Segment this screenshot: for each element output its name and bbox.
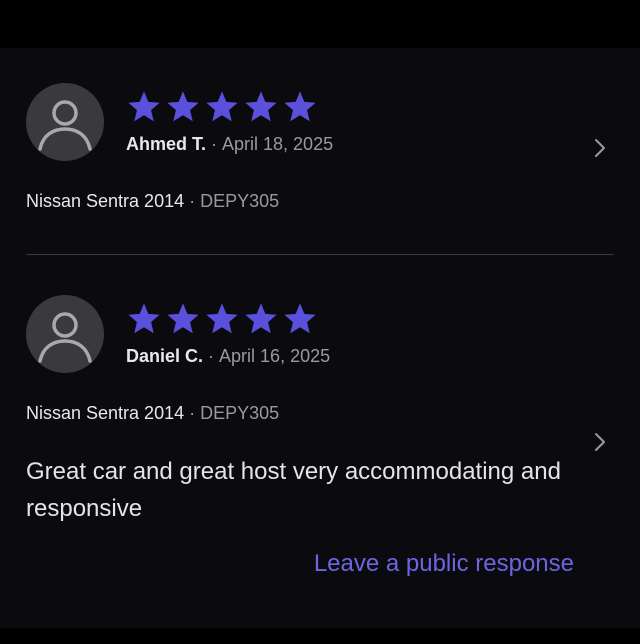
car-separator: · — [189, 403, 196, 423]
chevron-right-icon[interactable] — [590, 430, 610, 454]
star-icon — [245, 303, 277, 334]
divider — [26, 254, 614, 255]
license-plate: DEPY305 — [200, 403, 280, 423]
avatar — [26, 83, 104, 161]
bottom-bar — [0, 628, 640, 644]
star-rating — [126, 301, 318, 337]
review-date: April 18, 2025 — [222, 134, 334, 154]
leave-public-response-link[interactable]: Leave a public response — [280, 548, 574, 580]
car-info: Nissan Sentra 2014 · DEPY305 — [26, 402, 279, 424]
star-icon — [128, 91, 160, 122]
star-icon — [206, 91, 238, 122]
review-date: April 16, 2025 — [219, 346, 331, 366]
license-plate: DEPY305 — [200, 191, 280, 211]
reviews-list: Ahmed T. · April 18, 2025 Nissan Sentra 20… — [0, 48, 640, 628]
review-text: Great car and great host very accommodat… — [26, 458, 561, 522]
car-name: Nissan Sentra 2014 — [26, 191, 185, 211]
star-icon — [245, 91, 277, 122]
avatar — [26, 295, 104, 373]
star-icon — [284, 303, 316, 334]
reviewer-name: Daniel C. — [126, 346, 204, 366]
user-silhouette-icon — [38, 100, 92, 151]
car-name: Nissan Sentra 2014 — [26, 403, 185, 423]
meta-separator: · — [211, 134, 218, 154]
chevron-right-icon[interactable] — [590, 136, 610, 160]
meta-separator: · — [208, 346, 215, 366]
car-separator: · — [189, 191, 196, 211]
review-meta: Daniel C. · April 16, 2025 — [126, 345, 330, 367]
user-silhouette-icon — [38, 312, 92, 363]
star-icon — [167, 303, 199, 334]
top-bar — [0, 0, 640, 48]
reviewer-name: Ahmed T. — [126, 134, 207, 154]
star-icon — [284, 91, 316, 122]
car-info: Nissan Sentra 2014 · DEPY305 — [26, 190, 279, 212]
star-icon — [206, 303, 238, 334]
review-meta: Ahmed T. · April 18, 2025 — [126, 133, 333, 155]
star-rating — [126, 89, 318, 125]
star-icon — [167, 91, 199, 122]
star-icon — [128, 303, 160, 334]
